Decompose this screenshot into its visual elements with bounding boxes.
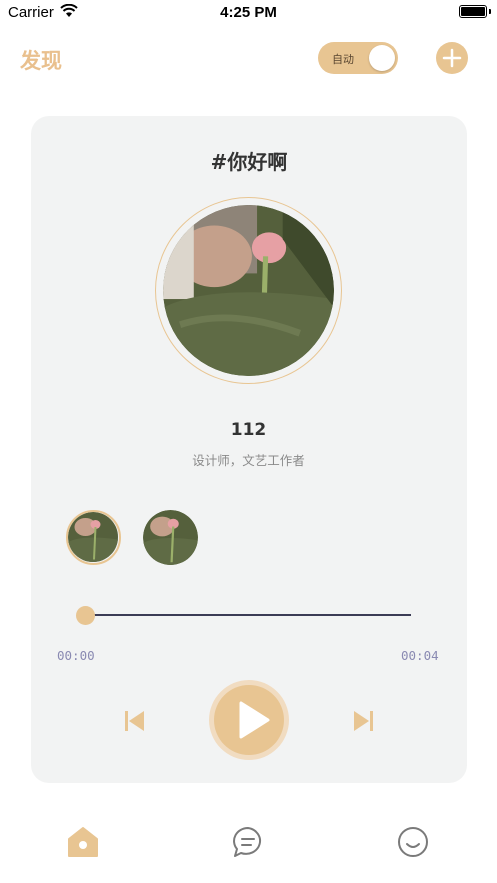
next-button[interactable] [350,708,376,734]
duration-time: 00:04 [401,648,439,663]
avatar-photo [163,205,334,376]
card-title: #你好啊 [210,150,288,174]
plus-icon [442,48,462,68]
progress-knob[interactable] [76,606,95,625]
page-title: 发现 [20,49,62,73]
auto-toggle-label: 自动 [332,53,354,66]
progress-track[interactable] [85,614,411,616]
play-icon [239,701,270,739]
battery-tip [489,9,491,14]
auto-toggle-knob [369,45,395,71]
bio-text: 设计师，文艺工作者 [192,453,305,468]
thumbnail-selected[interactable] [66,510,121,565]
skip-next-icon [354,711,373,731]
smiley-icon [398,827,428,857]
previous-button[interactable] [122,708,148,734]
avatar[interactable] [163,205,334,376]
thumbnail-photo [68,512,118,562]
status-bar: Carrier 4:25 PM [0,0,497,26]
home-icon [68,827,98,857]
tab-chat[interactable] [231,825,265,859]
thumbnail-photo [143,510,198,565]
tab-home[interactable] [66,825,100,859]
thumbnail[interactable] [143,510,198,565]
chat-bubble-icon [233,827,262,857]
clock: 4:25 PM [220,4,277,21]
play-count: 112 [230,420,267,440]
add-button[interactable] [436,42,468,74]
battery-icon [459,5,487,18]
current-time: 00:00 [57,648,95,663]
play-button[interactable] [209,680,289,760]
tab-me[interactable] [396,825,430,859]
skip-previous-icon [125,711,144,731]
auto-toggle[interactable]: 自动 [318,42,398,74]
